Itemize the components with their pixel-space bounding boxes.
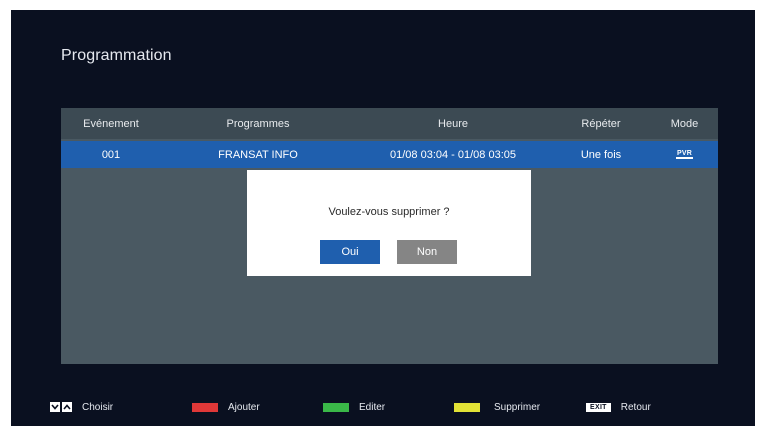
add-label: Ajouter bbox=[228, 401, 260, 413]
table-header: Evénement Programmes Heure Répéter Mode bbox=[61, 108, 718, 139]
choose-label: Choisir bbox=[82, 401, 114, 413]
mode-cell: PVR bbox=[651, 141, 718, 168]
arrow-up-icon bbox=[62, 402, 72, 412]
no-button[interactable]: Non bbox=[397, 240, 457, 264]
hint-back: EXIT Retour bbox=[586, 388, 651, 426]
key-hints-bar: Choisir Ajouter Editer Supprimer EXIT Re… bbox=[11, 388, 755, 426]
delete-label: Supprimer bbox=[494, 401, 541, 413]
table-row[interactable]: 001 FRANSAT INFO 01/08 03:04 - 01/08 03:… bbox=[61, 141, 718, 168]
column-header-repeat: Répéter bbox=[581, 117, 621, 130]
hint-delete: Supprimer bbox=[454, 388, 540, 426]
hint-add: Ajouter bbox=[192, 388, 260, 426]
dialog-message: Voulez-vous supprimer ? bbox=[328, 206, 450, 218]
schedule-time: 01/08 03:04 - 01/08 03:05 bbox=[390, 148, 516, 161]
edit-label: Editer bbox=[359, 401, 386, 413]
repeat-value: Une fois bbox=[580, 148, 622, 161]
column-header-mode: Mode bbox=[670, 117, 699, 130]
page-title: Programmation bbox=[61, 47, 172, 64]
hint-edit: Editer bbox=[323, 388, 385, 426]
programme-name: FRANSAT INFO bbox=[218, 148, 298, 161]
column-header-programmes: Programmes bbox=[226, 117, 290, 130]
yes-button[interactable]: Oui bbox=[320, 240, 380, 264]
green-key-icon bbox=[323, 402, 349, 412]
arrow-down-icon bbox=[50, 402, 60, 412]
red-key-icon bbox=[192, 402, 218, 412]
back-label: Retour bbox=[620, 401, 651, 413]
pvr-icon: PVR bbox=[676, 150, 693, 159]
column-header-time: Heure bbox=[438, 117, 468, 130]
exit-key-icon: EXIT bbox=[586, 402, 611, 412]
confirm-delete-dialog: Voulez-vous supprimer ? Oui Non bbox=[247, 170, 531, 276]
event-number: 001 bbox=[101, 148, 121, 161]
yellow-key-icon bbox=[454, 402, 480, 412]
column-header-event: Evénement bbox=[83, 117, 139, 130]
tv-screen: Programmation Evénement Programmes Heure… bbox=[11, 10, 755, 426]
hint-choose: Choisir bbox=[50, 388, 113, 426]
